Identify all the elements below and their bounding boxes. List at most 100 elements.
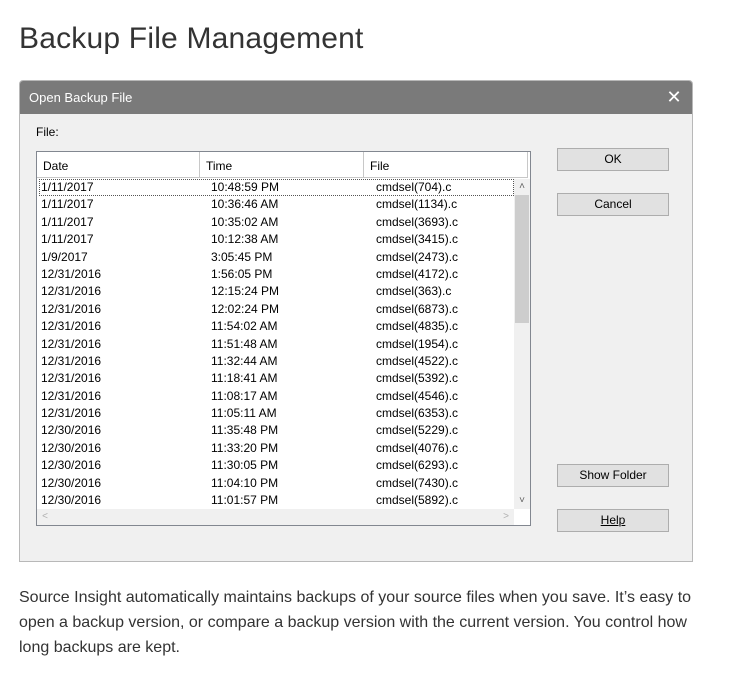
row-date: 12/31/2016	[41, 371, 102, 386]
table-row[interactable]: 12/30/2016 11:35:48 PM cmdsel(5229).c	[39, 422, 514, 439]
table-row[interactable]: 1/11/2017 10:12:38 AM cmdsel(3415).c	[39, 231, 514, 248]
close-icon[interactable]: ✕	[664, 86, 684, 108]
row-file: cmdsel(1954).c	[376, 336, 459, 351]
row-date: 1/9/2017	[41, 249, 88, 264]
table-row[interactable]: 12/31/2016 11:05:11 AM cmdsel(6353).c	[39, 405, 514, 422]
column-header-file[interactable]: File	[364, 152, 528, 178]
table-row[interactable]: 12/31/2016 11:18:41 AM cmdsel(5392).c	[39, 370, 514, 387]
table-row[interactable]: 1/11/2017 10:48:59 PM cmdsel(704).c	[39, 179, 514, 197]
help-button-label: Help	[600, 513, 626, 527]
row-date: 1/11/2017	[41, 197, 94, 212]
table-row[interactable]: 12/30/2016 11:30:05 PM cmdsel(6293).c	[39, 457, 514, 474]
row-date: 12/31/2016	[41, 301, 102, 316]
row-date: 12/30/2016	[41, 440, 102, 455]
row-file: cmdsel(4835).c	[376, 319, 459, 334]
row-date: 12/31/2016	[41, 406, 102, 421]
row-file: cmdsel(4172).c	[376, 266, 459, 281]
row-time: 11:04:10 PM	[211, 475, 279, 490]
row-file: cmdsel(1134).c	[376, 197, 458, 212]
open-backup-file-dialog: Open Backup File ✕ File: Date Time File …	[19, 80, 693, 562]
table-row[interactable]: 12/31/2016 12:15:24 PM cmdsel(363).c	[39, 283, 514, 300]
row-file: cmdsel(5892).c	[376, 493, 459, 508]
row-time: 11:30:05 PM	[211, 458, 279, 473]
row-time: 11:01:57 PM	[211, 493, 279, 508]
row-date: 1/11/2017	[41, 232, 94, 247]
row-date: 12/30/2016	[41, 493, 102, 508]
row-time: 11:32:44 AM	[211, 353, 278, 368]
table-row[interactable]: 12/31/2016 11:54:02 AM cmdsel(4835).c	[39, 318, 514, 335]
help-button[interactable]: Help	[557, 509, 669, 532]
row-time: 11:08:17 AM	[211, 388, 278, 403]
row-time: 11:33:20 PM	[211, 440, 279, 455]
row-date: 12/30/2016	[41, 423, 102, 438]
scrollbar-thumb[interactable]	[515, 195, 529, 323]
row-date: 1/11/2017	[41, 180, 94, 194]
row-file: cmdsel(704).c	[376, 180, 452, 194]
row-time: 10:36:46 AM	[211, 197, 279, 212]
row-file: cmdsel(4076).c	[376, 440, 459, 455]
vertical-scrollbar[interactable]: ˄ ˅	[514, 179, 530, 509]
row-file: cmdsel(2473).c	[376, 249, 459, 264]
list-header: Date Time File	[37, 152, 530, 178]
scroll-right-icon[interactable]: ˃	[498, 509, 514, 525]
file-label: File:	[36, 125, 59, 139]
row-time: 10:35:02 AM	[211, 214, 279, 229]
dialog-title: Open Backup File	[29, 90, 133, 105]
table-row[interactable]: 12/30/2016 11:33:20 PM cmdsel(4076).c	[39, 440, 514, 457]
row-time: 10:12:38 AM	[211, 232, 279, 247]
dialog-titlebar[interactable]: Open Backup File ✕	[20, 81, 692, 114]
table-row[interactable]: 12/30/2016 11:01:57 PM cmdsel(5892).c	[39, 492, 514, 509]
table-row[interactable]: 1/11/2017 10:36:46 AM cmdsel(1134).c	[39, 196, 514, 213]
table-row[interactable]: 12/31/2016 11:51:48 AM cmdsel(1954).c	[39, 336, 514, 353]
row-date: 1/11/2017	[41, 214, 94, 229]
row-file: cmdsel(4522).c	[376, 353, 459, 368]
cancel-button[interactable]: Cancel	[557, 193, 669, 216]
table-row[interactable]: 1/9/2017 3:05:45 PM cmdsel(2473).c	[39, 249, 514, 266]
ok-button[interactable]: OK	[557, 148, 669, 171]
row-time: 12:15:24 PM	[211, 284, 280, 299]
backup-file-list[interactable]: Date Time File 1/11/2017 10:48:59 PM cmdse…	[36, 151, 531, 526]
row-file: cmdsel(5392).c	[376, 371, 459, 386]
row-file: cmdsel(6293).c	[376, 458, 459, 473]
table-row[interactable]: 12/31/2016 12:02:24 PM cmdsel(6873).c	[39, 301, 514, 318]
row-file: cmdsel(4546).c	[376, 388, 459, 403]
row-file: cmdsel(6353).c	[376, 406, 459, 421]
horizontal-scrollbar[interactable]: ˂ ˃	[37, 509, 514, 525]
row-file: cmdsel(3693).c	[376, 214, 459, 229]
row-date: 12/31/2016	[41, 266, 102, 281]
scroll-left-icon[interactable]: ˂	[37, 509, 53, 525]
row-date: 12/31/2016	[41, 319, 102, 334]
show-folder-button[interactable]: Show Folder	[557, 464, 669, 487]
row-date: 12/31/2016	[41, 353, 102, 368]
scroll-up-icon[interactable]: ˄	[514, 179, 530, 195]
table-row[interactable]: 12/31/2016 11:32:44 AM cmdsel(4522).c	[39, 353, 514, 370]
table-row[interactable]: 12/31/2016 11:08:17 AM cmdsel(4546).c	[39, 388, 514, 405]
column-header-time[interactable]: Time	[200, 152, 364, 178]
table-row[interactable]: 1/11/2017 10:35:02 AM cmdsel(3693).c	[39, 214, 514, 231]
row-time: 11:18:41 AM	[211, 371, 278, 386]
row-time: 11:35:48 PM	[211, 423, 279, 438]
row-time: 12:02:24 PM	[211, 301, 280, 316]
row-file: cmdsel(3415).c	[376, 232, 459, 247]
table-row[interactable]: 12/31/2016 1:56:05 PM cmdsel(4172).c	[39, 266, 514, 283]
row-date: 12/31/2016	[41, 284, 102, 299]
row-date: 12/31/2016	[41, 388, 102, 403]
row-file: cmdsel(6873).c	[376, 301, 459, 316]
row-file: cmdsel(5229).c	[376, 423, 459, 438]
page-title: Backup File Management	[19, 22, 364, 55]
page-description: Source Insight automatically maintains b…	[19, 589, 692, 656]
row-time: 3:05:45 PM	[211, 249, 273, 264]
table-row[interactable]: 12/30/2016 11:04:10 PM cmdsel(7430).c	[39, 475, 514, 492]
list-rows: 1/11/2017 10:48:59 PM cmdsel(704).c 1/11/20…	[39, 179, 514, 509]
row-time: 1:56:05 PM	[211, 266, 273, 281]
scroll-down-icon[interactable]: ˅	[514, 493, 530, 509]
row-date: 12/31/2016	[41, 336, 102, 351]
column-header-date[interactable]: Date	[37, 152, 200, 178]
row-file: cmdsel(7430).c	[376, 475, 459, 490]
row-date: 12/30/2016	[41, 475, 102, 490]
row-time: 11:54:02 AM	[211, 319, 278, 334]
row-date: 12/30/2016	[41, 458, 102, 473]
row-time: 11:05:11 AM	[211, 406, 277, 421]
row-file: cmdsel(363).c	[376, 284, 452, 299]
row-time: 11:51:48 AM	[211, 336, 278, 351]
